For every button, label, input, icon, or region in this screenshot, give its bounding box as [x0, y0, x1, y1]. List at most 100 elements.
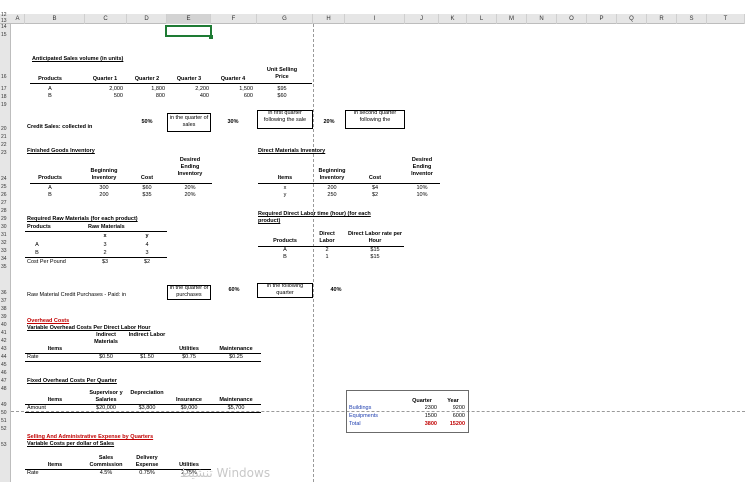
sa-rate-label: Rate [27, 470, 39, 476]
row-number[interactable]: 43 [0, 346, 11, 352]
column-header-m[interactable]: M [497, 14, 527, 24]
dep-header-quarter: Quarter [412, 398, 432, 404]
column-header-j[interactable]: J [405, 14, 439, 24]
row-number[interactable]: 30 [0, 224, 11, 230]
raw-cost-rule [25, 257, 167, 258]
row-number[interactable]: 50 [0, 410, 11, 416]
column-header-n[interactable]: N [527, 14, 557, 24]
row-number[interactable]: 46 [0, 370, 11, 376]
row-number[interactable]: 33 [0, 248, 11, 254]
direct-materials-title: Direct Materials Inventory [258, 148, 326, 154]
dl-rate: $15 [370, 254, 380, 260]
row-number[interactable]: 26 [0, 192, 11, 198]
row-number[interactable]: 53 [0, 442, 11, 448]
column-header-e[interactable]: E [167, 14, 211, 24]
fo-header-maintenance: Maintenance [219, 397, 253, 403]
dm-cost: $2 [371, 192, 379, 198]
column-header-o[interactable]: O [557, 14, 587, 24]
column-header-r[interactable]: R [647, 14, 677, 24]
sa-value-commission: 4.5% [99, 470, 113, 476]
row-number[interactable]: 52 [0, 426, 11, 432]
row-number[interactable]: 24 [0, 176, 11, 182]
finished-goods-title: Finished Goods Inventory [27, 148, 95, 154]
fo-header-depreciation: Depreciation [130, 390, 164, 396]
sa-header-delivery: Delivery Expense [135, 455, 159, 468]
row-number[interactable]: 41 [0, 330, 11, 336]
row-number[interactable]: 38 [0, 306, 11, 312]
column-header-l[interactable]: L [467, 14, 497, 24]
row-number[interactable]: 22 [0, 142, 11, 148]
row-number[interactable]: 23 [0, 150, 11, 156]
column-header-b[interactable]: B [25, 14, 85, 24]
column-header-d[interactable]: D [127, 14, 167, 24]
column-header-s[interactable]: S [677, 14, 707, 24]
column-header-t[interactable]: T [707, 14, 745, 24]
oh-value-labor: $1.50 [140, 354, 154, 360]
row-number[interactable]: 45 [0, 362, 11, 368]
oh-value-utilities: $0.75 [182, 354, 196, 360]
dl-header-labor: Direct Labor [319, 231, 335, 244]
row-number[interactable]: 15 [0, 32, 11, 38]
raw-col-x: x [103, 233, 107, 239]
column-header-k[interactable]: K [439, 14, 467, 24]
column-header-g[interactable]: G [257, 14, 313, 24]
row-number[interactable]: 44 [0, 354, 11, 360]
row-number[interactable]: 16 [0, 74, 11, 80]
sales-q3: 2,200 [195, 86, 209, 92]
fo-amount-rule [25, 412, 261, 413]
column-header-h[interactable]: H [313, 14, 345, 24]
selected-cell[interactable] [165, 25, 212, 37]
column-header-c[interactable]: C [85, 14, 127, 24]
column-header-i[interactable]: I [345, 14, 405, 24]
row-number[interactable]: 37 [0, 298, 11, 304]
dm-header-desired: Desired Ending Inventor [411, 157, 433, 177]
fo-value-salaries: $20,000 [96, 405, 116, 411]
row-number[interactable]: 39 [0, 314, 11, 320]
column-header-p[interactable]: P [587, 14, 617, 24]
row-number[interactable]: 17 [0, 86, 11, 92]
row-number[interactable]: 19 [0, 102, 11, 108]
row-number[interactable]: 28 [0, 208, 11, 214]
raw-product: B [35, 250, 39, 256]
row-number[interactable]: 25 [0, 184, 11, 190]
dm-cost: $4 [371, 185, 379, 191]
sales-product: B [48, 93, 52, 99]
row-number[interactable]: 49 [0, 402, 11, 408]
column-header-a[interactable]: A [11, 14, 25, 24]
row-number[interactable]: 48 [0, 386, 11, 392]
variable-cost-title: Variable Costs per dollar of Sales [27, 441, 115, 447]
row-number[interactable]: 21 [0, 134, 11, 140]
row-number[interactable]: 18 [0, 94, 11, 100]
sales-header-q3: Quarter 3 [176, 76, 202, 82]
column-header-q[interactable]: Q [617, 14, 647, 24]
column-header-f[interactable]: F [211, 14, 257, 24]
row-number[interactable]: 35 [0, 264, 11, 270]
row-number[interactable]: 34 [0, 256, 11, 262]
purchase-note-2: in the following quarter [266, 283, 304, 296]
variable-overhead-title: Variable Overhead Costs Per Direct Labor… [27, 325, 151, 331]
row-number[interactable]: 20 [0, 126, 11, 132]
row-number[interactable]: 32 [0, 240, 11, 246]
row-number[interactable]: 31 [0, 232, 11, 238]
dep-header-year: Year [447, 398, 459, 404]
row-number[interactable]: 14 [0, 24, 11, 30]
fg-header-cost: Cost [140, 175, 154, 181]
fo-header-items: Items [47, 397, 63, 403]
row-number[interactable]: 47 [0, 378, 11, 384]
fg-desired: 20% [184, 192, 196, 198]
purchase-pct-2: 40% [330, 287, 342, 293]
fg-product: A [48, 185, 52, 191]
row-number[interactable]: 40 [0, 322, 11, 328]
row-number[interactable]: 51 [0, 418, 11, 424]
row-number[interactable]: 42 [0, 338, 11, 344]
fo-value-maintenance: $5,700 [227, 405, 245, 411]
row-number[interactable]: 27 [0, 200, 11, 206]
purchase-note-1: in the quarter of purchases [169, 285, 209, 298]
credit-note-3: in second quarter following the [353, 110, 397, 123]
row-number[interactable]: 36 [0, 290, 11, 296]
sales-q3: 400 [199, 93, 209, 99]
dep-quarter-total: 3800 [424, 421, 437, 427]
fill-handle[interactable] [209, 35, 213, 39]
fo-value-depreciation: $3,800 [138, 405, 156, 411]
row-number[interactable]: 29 [0, 216, 11, 222]
